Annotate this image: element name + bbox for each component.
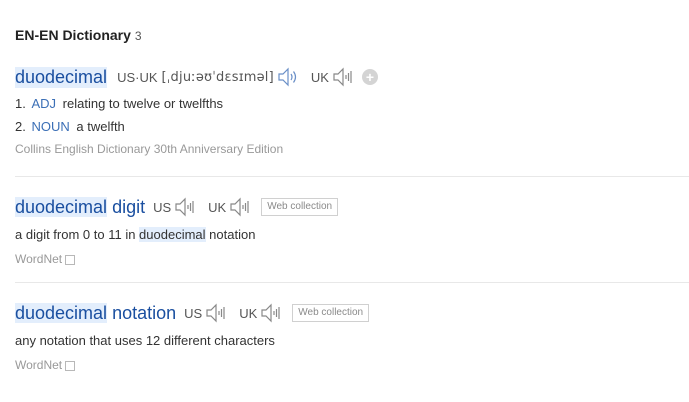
web-collection-tag[interactable]: Web collection [261, 198, 339, 216]
entry-duodecimal-notation: duodecimal notation US UK Web collection… [15, 298, 689, 372]
speaker-icon[interactable] [174, 197, 196, 217]
headword-link[interactable]: duodecimal notation [15, 302, 177, 324]
add-icon[interactable]: + [361, 69, 378, 85]
definition-text: a digit from 0 to 11 in [15, 227, 140, 242]
phonetic: [ˌdjuːəʊˈdɛsɪməl] [161, 69, 274, 85]
source-label: WordNet [15, 252, 689, 266]
dictionary-header: EN-EN Dictionary 3 [15, 27, 142, 47]
speaker-icon[interactable] [260, 303, 282, 323]
entry-duodecimal: duodecimal US·UK [ˌdjuːəʊˈdɛsɪməl] UK + … [15, 62, 689, 156]
copy-icon[interactable] [65, 255, 76, 265]
source-text: Collins English Dictionary 30th Annivers… [15, 142, 284, 156]
entry-head: duodecimal notation US UK Web collection [15, 298, 689, 328]
sense-number: 2. [15, 119, 26, 134]
web-collection-tag[interactable]: Web collection [292, 304, 370, 322]
source-label: WordNet [15, 358, 689, 372]
divider [15, 282, 689, 283]
dictionary-title: EN-EN Dictionary [15, 27, 131, 43]
part-of-speech: NOUN [31, 119, 70, 134]
sense-text: a twelfth [76, 119, 125, 134]
sense-number: 1. [15, 96, 26, 111]
speaker-icon[interactable] [229, 197, 251, 217]
definition: a digit from 0 to 11 in duodecimal notat… [15, 222, 689, 248]
us-uk-label: US·UK [117, 69, 158, 85]
sense-row: 1. ADJ relating to twelve or twelfths [15, 92, 689, 115]
source-label: Collins English Dictionary 30th Annivers… [15, 142, 689, 156]
divider [15, 176, 689, 177]
headword-rest: digit [107, 196, 146, 217]
headword-highlight: duodecimal [15, 196, 108, 217]
definition-highlight: duodecimal [139, 227, 206, 242]
speaker-icon[interactable] [332, 67, 354, 87]
entry-head: duodecimal US·UK [ˌdjuːəʊˈdɛsɪməl] UK + [15, 62, 689, 92]
speaker-icon[interactable] [205, 303, 227, 323]
headword-link[interactable]: duodecimal digit [15, 196, 146, 218]
sense-row: 2. NOUN a twelfth [15, 115, 689, 138]
definition-text: notation [205, 227, 256, 242]
source-text: WordNet [15, 358, 63, 372]
source-text: WordNet [15, 252, 63, 266]
uk-label: UK [239, 305, 258, 321]
speaker-icon[interactable] [277, 67, 299, 87]
entry-head: duodecimal digit US UK Web collection [15, 192, 689, 222]
uk-label: UK [208, 199, 227, 215]
sense-text: relating to twelve or twelfths [62, 96, 224, 111]
headword-highlight: duodecimal [15, 302, 108, 323]
result-count: 3 [134, 29, 142, 43]
copy-icon[interactable] [65, 361, 76, 371]
headword-link[interactable]: duodecimal [15, 66, 108, 88]
definition: any notation that uses 12 different char… [15, 333, 275, 348]
us-label: US [184, 305, 203, 321]
uk-label: UK [310, 69, 329, 85]
us-label: US [153, 199, 172, 215]
headword-rest: notation [107, 302, 177, 323]
entry-duodecimal-digit: duodecimal digit US UK Web collection a … [15, 192, 689, 266]
part-of-speech: ADJ [31, 96, 57, 111]
